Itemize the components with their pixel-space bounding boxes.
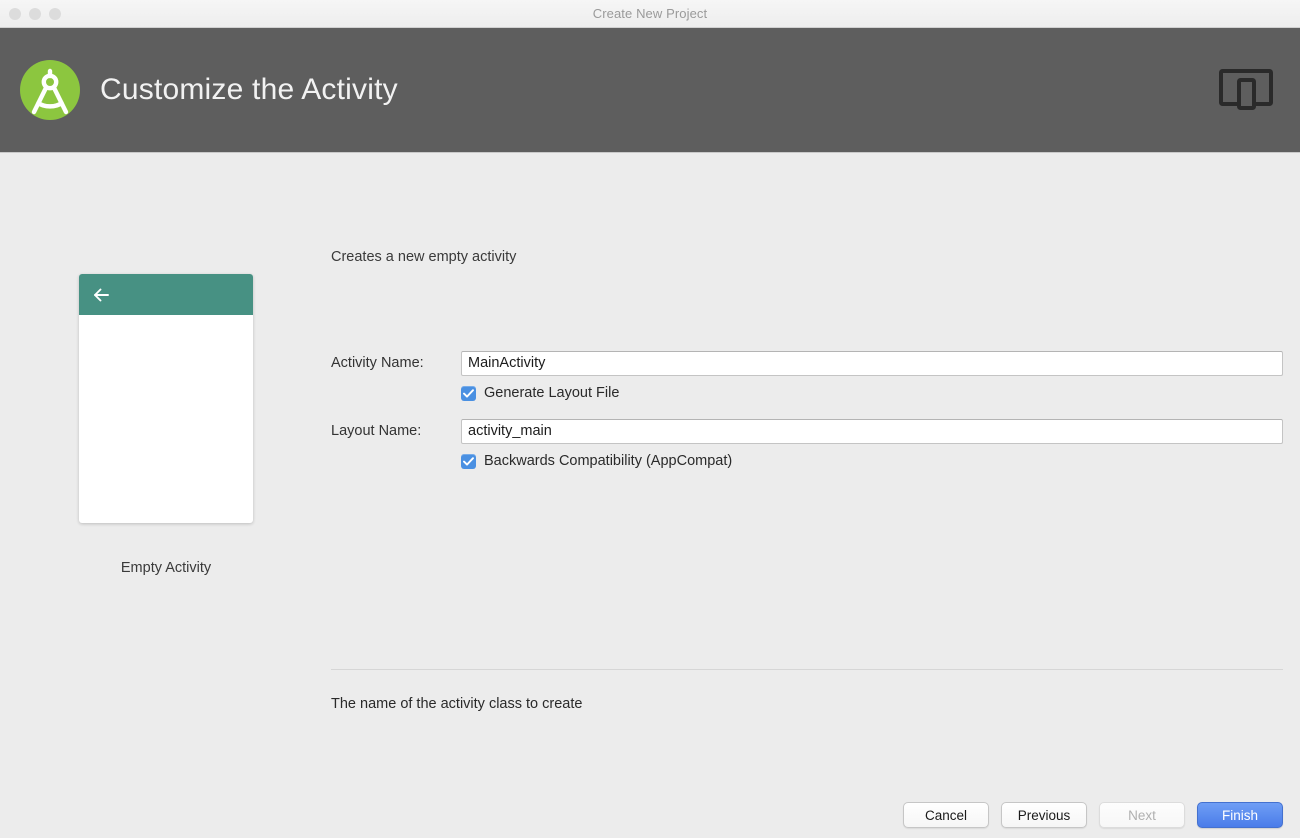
close-button[interactable] — [9, 7, 21, 20]
finish-button[interactable]: Finish — [1197, 802, 1283, 828]
generate-layout-file-checkbox[interactable] — [461, 385, 476, 401]
backwards-compatibility-row[interactable]: Backwards Compatibility (AppCompat) — [461, 453, 732, 469]
activity-name-label: Activity Name: — [331, 355, 424, 371]
backwards-compatibility-label: Backwards Compatibility (AppCompat) — [484, 453, 733, 469]
help-text: The name of the activity class to create — [331, 696, 583, 712]
window-controls — [9, 0, 61, 27]
backwards-compatibility-checkbox[interactable] — [461, 453, 476, 469]
generate-layout-file-row[interactable]: Generate Layout File — [461, 385, 619, 401]
layout-name-input[interactable] — [461, 418, 1283, 444]
layout-name-row: Layout Name: — [331, 418, 1283, 444]
page-title: Customize the Activity — [100, 73, 398, 106]
wizard-body: Empty Activity Creates a new empty activ… — [0, 153, 1300, 838]
template-preview-card[interactable] — [79, 274, 253, 523]
previous-button[interactable]: Previous — [1001, 802, 1087, 828]
dialog-footer: Cancel Previous Next Finish — [903, 802, 1283, 828]
layout-name-label: Layout Name: — [331, 423, 422, 439]
preview-appbar — [79, 274, 253, 315]
back-arrow-icon — [91, 287, 111, 303]
template-name-label: Empty Activity — [120, 560, 212, 576]
window-titlebar: Create New Project — [0, 0, 1300, 28]
tablet-phone-device-icon — [1218, 67, 1274, 113]
footer-divider — [331, 669, 1283, 670]
create-new-project-dialog: Create New Project Customize the Activit… — [0, 0, 1300, 838]
activity-name-row: Activity Name: — [331, 350, 1283, 376]
template-description: Creates a new empty activity — [331, 249, 517, 265]
next-button: Next — [1099, 802, 1185, 828]
window-title: Create New Project — [592, 6, 708, 21]
generate-layout-file-label: Generate Layout File — [484, 385, 620, 401]
cancel-button[interactable]: Cancel — [903, 802, 989, 828]
minimize-button[interactable] — [29, 7, 41, 20]
activity-name-input[interactable] — [461, 350, 1283, 376]
template-preview[interactable]: Empty Activity — [79, 274, 253, 576]
maximize-button[interactable] — [49, 7, 61, 20]
wizard-header: Customize the Activity — [0, 28, 1300, 153]
android-studio-logo-icon — [14, 54, 86, 126]
